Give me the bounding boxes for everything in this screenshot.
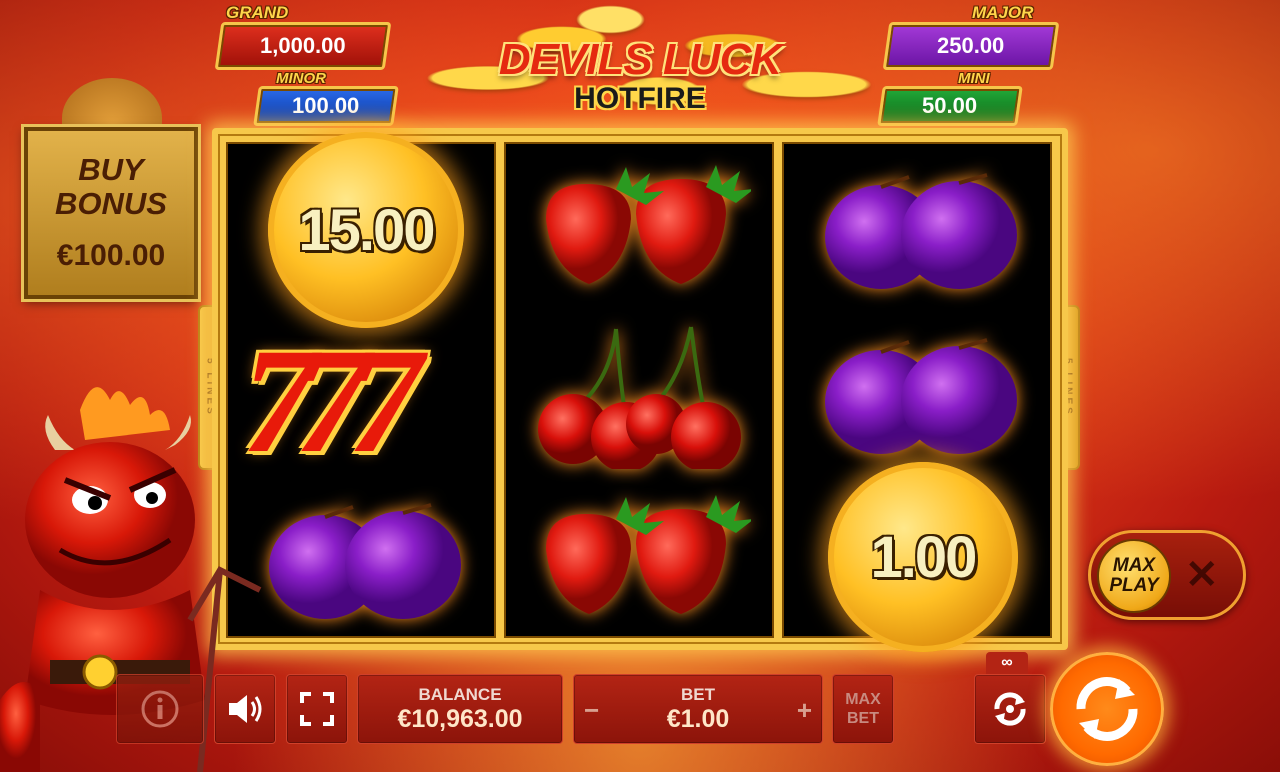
game-logo: DEVILS LUCK HOTFIRE <box>470 38 810 114</box>
bet-control: − BET €1.00 + <box>573 674 823 744</box>
close-icon[interactable]: ✕ <box>1185 551 1219 599</box>
max-bet-button[interactable]: MAX BET <box>832 674 894 744</box>
mini-jackpot: 50.00 <box>877 86 1023 126</box>
mini-value: 50.00 <box>922 93 978 118</box>
logo-main: DEVILS LUCK <box>498 35 782 84</box>
strawberry-symbol <box>546 165 751 284</box>
buy-bonus-line2: BONUS <box>55 186 167 221</box>
grand-value: 1,000.00 <box>260 33 346 58</box>
spin-button[interactable] <box>1050 652 1164 766</box>
logo-sub: HOTFIRE <box>574 82 706 115</box>
minor-value: 100.00 <box>292 93 360 118</box>
autoplay-icon <box>994 692 1026 726</box>
buy-bonus-price: €100.00 <box>56 239 166 272</box>
max-bet-line1: MAX <box>845 691 881 708</box>
fullscreen-icon <box>300 692 334 726</box>
info-button[interactable] <box>116 674 204 744</box>
max-play-toggle[interactable]: MAX PLAY ✕ <box>1088 530 1246 620</box>
bet-label: BET <box>681 684 715 704</box>
speaker-icon <box>229 695 262 723</box>
balance-display: BALANCE €10,963.00 <box>357 674 563 744</box>
plum-symbol <box>269 503 461 619</box>
balance-label: BALANCE <box>418 684 502 704</box>
reel-3: 1.00 <box>782 142 1052 652</box>
max-play-knob[interactable]: MAX PLAY <box>1097 539 1171 613</box>
spin-icon <box>1076 677 1138 741</box>
sound-button[interactable] <box>214 674 276 744</box>
info-icon <box>141 690 179 728</box>
major-label: MAJOR <box>972 3 1034 22</box>
coin-symbol: 15.00 <box>268 132 464 328</box>
balance-value: €10,963.00 <box>397 704 523 733</box>
minor-label: MINOR <box>276 70 326 87</box>
coin-value: 15.00 <box>298 197 435 263</box>
bet-value: €1.00 <box>666 704 730 733</box>
major-value: 250.00 <box>937 33 1005 58</box>
cherry-symbol <box>538 326 741 469</box>
coin-symbol: 1.00 <box>828 462 1018 652</box>
coin-value: 1.00 <box>870 524 978 590</box>
max-play-line1: MAX <box>1112 555 1156 576</box>
reel-2 <box>504 142 774 638</box>
fullscreen-button[interactable] <box>286 674 348 744</box>
grand-jackpot: 1,000.00 <box>214 22 392 70</box>
bet-decrease-button[interactable]: − <box>584 695 599 726</box>
max-play-line2: PLAY <box>1109 575 1159 596</box>
mini-label: MINI <box>958 70 990 87</box>
buy-bonus-line1: BUY <box>78 152 144 187</box>
autoplay-button[interactable] <box>974 674 1046 744</box>
bet-increase-button[interactable]: + <box>797 695 812 726</box>
buy-bonus-button[interactable]: BUY BONUS €100.00 <box>24 127 198 299</box>
grand-label: GRAND <box>226 3 289 22</box>
max-bet-line2: BET <box>847 710 879 727</box>
plum-symbol <box>825 173 1017 289</box>
reels-frame: 15.00 777 1.00 <box>212 128 1068 652</box>
strawberry-symbol <box>546 495 751 614</box>
major-jackpot: 250.00 <box>882 22 1060 70</box>
plum-symbol <box>825 338 1017 454</box>
autoplay-count: ∞ <box>986 652 1028 674</box>
minor-jackpot: 100.00 <box>253 86 399 126</box>
